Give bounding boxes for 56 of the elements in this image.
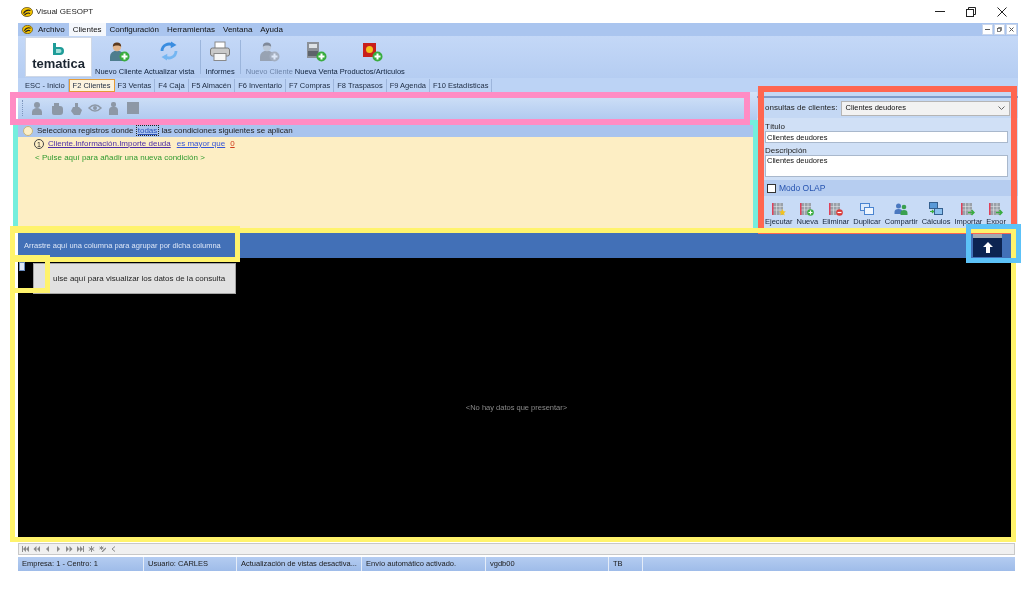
menu-item[interactable]: Ayuda: [256, 23, 287, 36]
menu-item[interactable]: Herramientas: [162, 23, 219, 36]
skip-last-icon[interactable]: [77, 546, 84, 552]
condition-sentence: Selecciona registros donde todas las condiciones siguientes se aplican: [37, 124, 293, 137]
logo-text: tematica: [32, 57, 85, 71]
close-button[interactable]: [1006, 24, 1017, 35]
chevron-down-icon: [998, 105, 1005, 111]
menu-item[interactable]: Clientes: [68, 23, 106, 36]
windows-icon: [860, 202, 874, 216]
field-link[interactable]: Cliente.Información.Importe deuda: [48, 138, 171, 150]
asterisk-icon[interactable]: [88, 546, 95, 552]
minimize-icon: [985, 29, 990, 30]
checkbox[interactable]: [767, 183, 776, 193]
menu-item[interactable]: Configuración: [105, 23, 163, 36]
restore-icon: [997, 27, 1002, 32]
chevron-left-icon[interactable]: [110, 546, 117, 552]
right-icon[interactable]: [55, 546, 62, 552]
table-minus-icon: [828, 202, 843, 216]
person-plus-icon: [107, 40, 130, 62]
app-icon: [22, 25, 33, 34]
quantifier-link[interactable]: todas: [135, 125, 160, 136]
skip-first-icon[interactable]: [22, 546, 29, 552]
close-icon: [996, 6, 1007, 17]
minimize-icon: [934, 11, 945, 12]
minimize-button[interactable]: [982, 24, 993, 35]
value-link[interactable]: 0: [230, 138, 235, 150]
checkbox-label: Modo OLAP: [779, 181, 826, 195]
table-plus-icon: [800, 202, 815, 216]
printer-icon: [209, 40, 232, 62]
load-data-button[interactable]: ulse aquí para visualizar los datos de la consulta: [33, 263, 237, 294]
double-left-icon[interactable]: [33, 546, 40, 552]
row-indicator-icon: [19, 262, 25, 271]
window-title: Visual GESOPT: [36, 5, 94, 18]
menu-item[interactable]: Ventana: [219, 23, 257, 36]
description-label: Descripción: [765, 146, 807, 155]
app-icon: [21, 6, 33, 17]
logo-mark-icon: [53, 43, 64, 55]
menu-item[interactable]: Archivo: [34, 23, 69, 36]
table-arrow-icon: [961, 202, 976, 216]
box-plus-icon: [361, 40, 384, 62]
double-right-icon[interactable]: [66, 546, 73, 552]
person-plus-icon: [258, 40, 281, 62]
operator-link[interactable]: es mayor que: [176, 138, 226, 150]
arrow-up-icon: [982, 242, 993, 253]
query-label: onsultas de clientes:: [765, 102, 838, 114]
register-plus-icon: [305, 40, 328, 62]
title-label: Título: [765, 122, 785, 131]
asterisk-pencil-icon[interactable]: [99, 546, 106, 552]
close-icon: [1009, 27, 1014, 32]
left-icon[interactable]: [44, 546, 51, 552]
people-icon: [894, 202, 909, 216]
restore-icon: [965, 6, 976, 17]
table-star-icon: [771, 202, 786, 216]
collapse-button[interactable]: [973, 234, 1002, 257]
monitors-icon: [929, 202, 944, 216]
table-arrow-icon: [989, 202, 1004, 216]
